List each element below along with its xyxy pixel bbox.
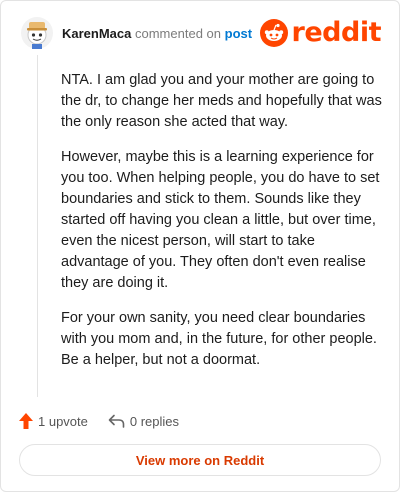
comment-paragraph: However, maybe this is a learning experi…: [61, 149, 380, 291]
post-link[interactable]: post: [225, 26, 252, 41]
reddit-wordmark: reddit: [291, 17, 382, 48]
comment-body: NTA. I am glad you and your mother are g…: [61, 70, 383, 385]
replies-button[interactable]: 0 replies: [108, 414, 179, 429]
reddit-logo[interactable]: reddit: [259, 17, 382, 48]
reddit-snoo-icon: [259, 19, 288, 47]
upvote-count: 1 upvote: [38, 413, 88, 429]
view-more-label: View more on Reddit: [135, 452, 265, 468]
avatar[interactable]: [21, 17, 53, 49]
comment-actions: 1 upvote 0 replies: [19, 410, 381, 432]
reply-arrow-icon: [108, 414, 125, 428]
upvote-button[interactable]: 1 upvote: [19, 413, 88, 429]
comment-paragraph: For your own sanity, you need clear boun…: [61, 310, 377, 368]
author-name[interactable]: KarenMaca: [62, 26, 131, 41]
author-line: KarenMaca commented on post: [62, 26, 252, 42]
upvote-arrow-icon: [19, 413, 33, 429]
replies-count: 0 replies: [129, 413, 180, 429]
commented-on-text: commented on: [135, 26, 221, 41]
thread-line[interactable]: [37, 55, 38, 397]
view-more-button[interactable]: View more on Reddit: [19, 444, 381, 476]
comment-paragraph: NTA. I am glad you and your mother are g…: [61, 72, 382, 130]
reddit-comment-embed: KarenMaca commented on post reddit NTA. …: [0, 0, 400, 492]
comment-header: KarenMaca commented on post reddit: [21, 17, 383, 51]
